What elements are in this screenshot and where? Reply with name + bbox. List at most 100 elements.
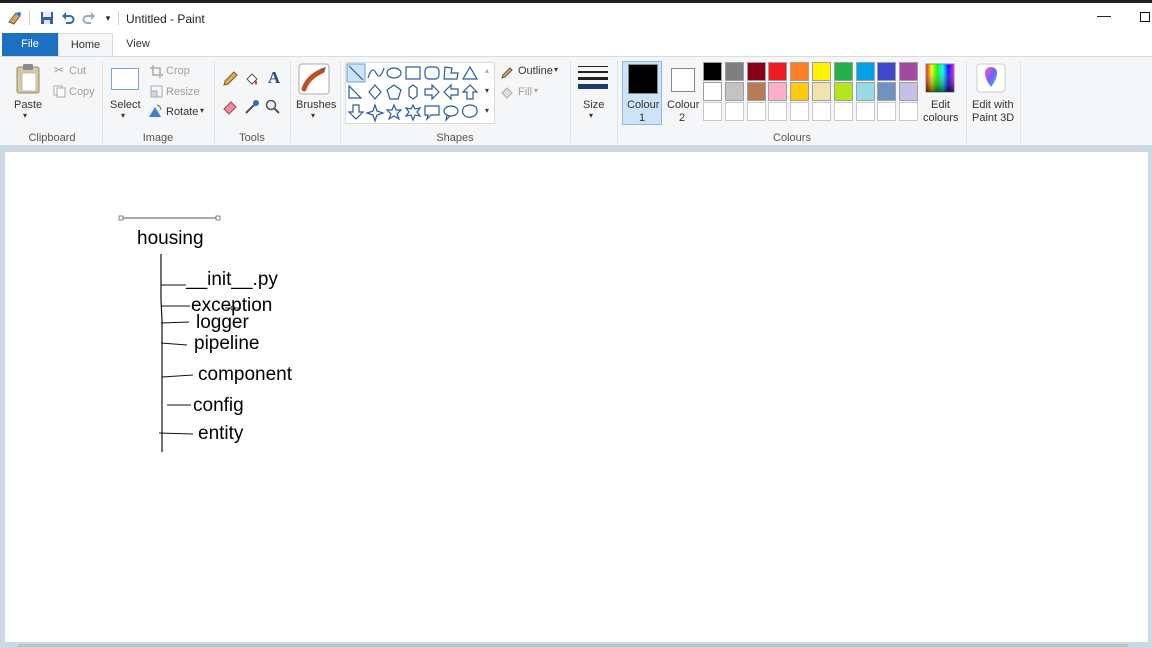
palette-colour-swatch[interactable] (834, 82, 853, 101)
palette-colour-swatch[interactable] (703, 82, 722, 101)
window-title: Untitled - Paint (126, 12, 205, 26)
tab-home[interactable]: Home (58, 33, 113, 56)
palette-colour-swatch[interactable] (899, 62, 918, 81)
brushes-dropdown-icon[interactable]: ▾ (311, 111, 315, 120)
tree-item-logger: logger (196, 312, 249, 333)
title-bar: ▾ Untitled - Paint — (0, 3, 1152, 33)
maximize-icon[interactable] (1140, 12, 1150, 22)
select-button[interactable]: Select (110, 99, 141, 111)
paste-dropdown-icon[interactable]: ▾ (23, 111, 27, 120)
palette-colour-swatch[interactable] (877, 82, 896, 101)
palette-colour-swatch[interactable] (856, 82, 875, 101)
palette-colour-swatch[interactable] (747, 82, 766, 101)
edit-colours-line1[interactable]: Edit (931, 99, 950, 111)
colour2-swatch[interactable] (671, 68, 695, 92)
outline-dropdown-icon[interactable]: ▾ (554, 65, 558, 74)
tree-item-init: __init__.py (186, 269, 278, 290)
paint-app-icon[interactable] (7, 10, 23, 26)
shapes-expand-icon[interactable]: ▾ (485, 106, 489, 115)
palette-colour-swatch[interactable] (812, 62, 831, 81)
brushes-icon[interactable] (297, 62, 331, 96)
tab-file[interactable]: File (2, 33, 58, 56)
tab-view[interactable]: View (115, 33, 161, 56)
tree-item-config: config (193, 395, 244, 416)
crop-button[interactable]: Crop (166, 65, 190, 77)
colours-group-label: Colours (773, 132, 811, 144)
brushes-button[interactable]: Brushes (296, 99, 336, 111)
rotate-button[interactable]: Rotate (166, 106, 198, 118)
palette-colour-swatch[interactable] (703, 62, 722, 81)
shapes-scroll-down-icon[interactable]: ▾ (485, 86, 489, 95)
cut-icon[interactable]: ✂ (52, 63, 66, 77)
palette-custom-slot[interactable] (877, 102, 896, 121)
colour-picker-icon[interactable] (243, 98, 261, 116)
fill-button[interactable]: Fill (518, 86, 532, 98)
select-dropdown-icon[interactable]: ▾ (121, 111, 125, 120)
colour2-label: Colour (667, 99, 700, 111)
resize-icon[interactable] (149, 84, 163, 98)
select-icon[interactable] (110, 67, 139, 91)
palette-colour-swatch[interactable] (768, 62, 787, 81)
undo-icon[interactable] (60, 10, 76, 26)
save-icon[interactable] (39, 10, 55, 26)
palette-colour-swatch[interactable] (790, 82, 809, 101)
tree-item-component: component (198, 364, 293, 385)
outline-button[interactable]: Outline (518, 65, 553, 77)
tools-group-label: Tools (239, 132, 265, 144)
copy-icon[interactable] (52, 84, 66, 98)
drawing-canvas[interactable] (5, 152, 1148, 642)
palette-custom-slot[interactable] (747, 102, 766, 121)
fill-icon[interactable] (500, 85, 516, 99)
pencil-icon[interactable] (221, 70, 239, 88)
palette-custom-slot[interactable] (790, 102, 809, 121)
shapes-scroll-up-icon[interactable]: ▴ (485, 66, 489, 75)
edit-colours-icon[interactable] (925, 63, 955, 93)
edit-colours-line2[interactable]: colours (923, 112, 958, 124)
size-dropdown-icon[interactable]: ▾ (589, 111, 593, 120)
paint3d-line1[interactable]: Edit with (972, 99, 1014, 111)
paste-icon[interactable] (14, 63, 42, 95)
paint3d-line2[interactable]: Paint 3D (972, 112, 1014, 124)
palette-colour-swatch[interactable] (877, 62, 896, 81)
paint-window: ▾ Untitled - Paint — File Home View Past… (0, 0, 1152, 648)
eraser-icon[interactable] (221, 98, 239, 116)
text-tool-icon[interactable]: A (264, 68, 284, 88)
palette-custom-slot[interactable] (725, 102, 744, 121)
palette-custom-slot[interactable] (899, 102, 918, 121)
palette-colour-swatch[interactable] (725, 82, 744, 101)
palette-colour-swatch[interactable] (856, 62, 875, 81)
paste-button[interactable]: Paste (14, 99, 42, 111)
palette-custom-slot[interactable] (703, 102, 722, 121)
size-button[interactable]: Size (583, 99, 604, 111)
palette-custom-slot[interactable] (768, 102, 787, 121)
palette-colour-swatch[interactable] (768, 82, 787, 101)
palette-colour-swatch[interactable] (725, 62, 744, 81)
shapes-gallery-glyphs[interactable] (346, 63, 496, 125)
horizontal-scrollbar[interactable] (18, 644, 1128, 647)
palette-colour-swatch[interactable] (812, 82, 831, 101)
copy-button[interactable]: Copy (69, 86, 95, 98)
colour1-swatch[interactable] (628, 64, 658, 94)
fill-dropdown-icon[interactable]: ▾ (534, 86, 538, 95)
palette-colour-swatch[interactable] (747, 62, 766, 81)
palette-custom-slot[interactable] (834, 102, 853, 121)
paint3d-icon[interactable] (976, 63, 1006, 93)
minimize-icon[interactable]: — (1097, 7, 1111, 23)
customize-toolbar-icon[interactable]: ▾ (100, 10, 116, 26)
palette-colour-swatch[interactable] (899, 82, 918, 101)
crop-icon[interactable] (149, 64, 163, 78)
palette-colour-swatch[interactable] (790, 62, 809, 81)
size-icon[interactable] (576, 63, 610, 93)
resize-button[interactable]: Resize (166, 86, 200, 98)
cut-button[interactable]: Cut (69, 65, 86, 77)
palette-custom-slot[interactable] (812, 102, 831, 121)
magnifier-icon[interactable] (264, 98, 282, 116)
redo-icon[interactable] (81, 10, 97, 26)
outline-icon[interactable] (500, 66, 514, 80)
fill-bucket-icon[interactable] (243, 70, 261, 88)
rotate-icon[interactable] (148, 104, 162, 118)
palette-colour-swatch[interactable] (834, 62, 853, 81)
rotate-dropdown-icon[interactable]: ▾ (200, 106, 204, 115)
tree-item-pipeline: pipeline (194, 333, 260, 354)
palette-custom-slot[interactable] (856, 102, 875, 121)
